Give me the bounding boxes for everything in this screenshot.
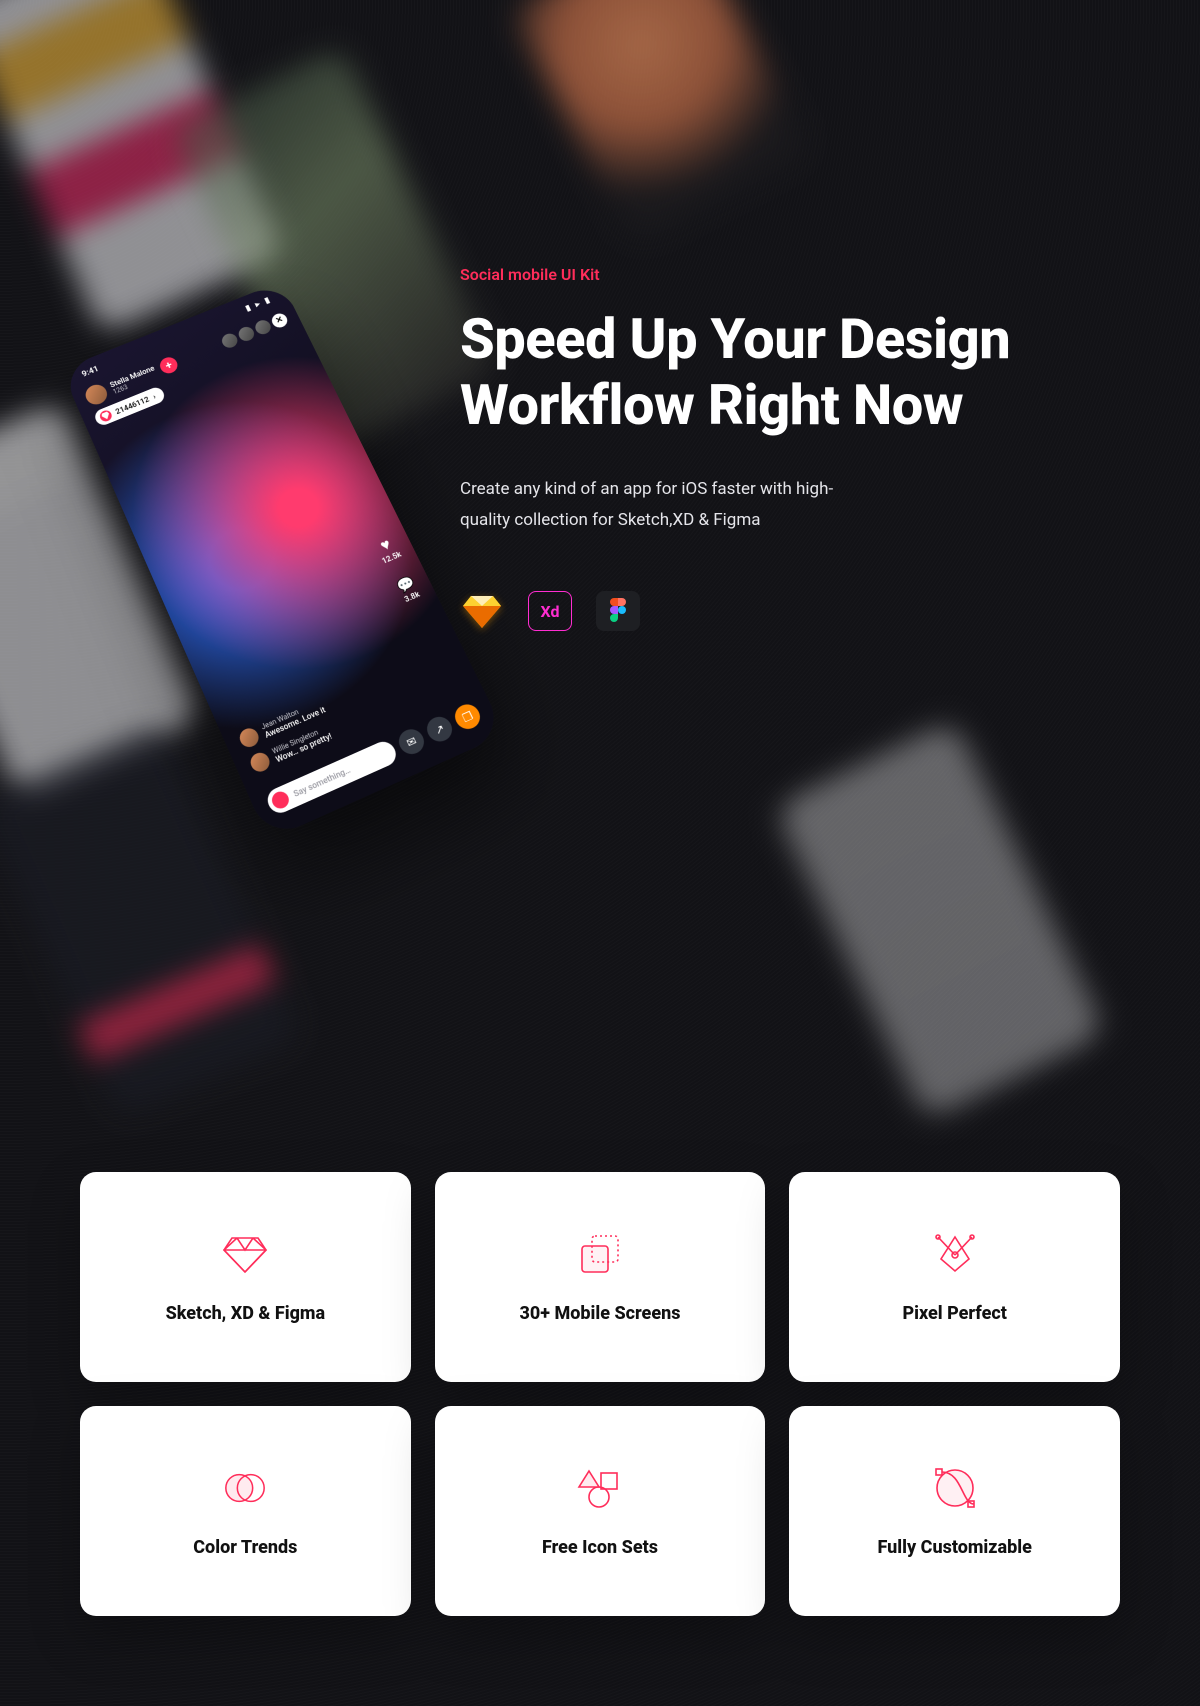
feature-label: Sketch, XD & Figma <box>166 1303 326 1324</box>
feature-card-sketch-xd-figma: Sketch, XD & Figma <box>80 1172 411 1382</box>
feature-label: Free Icon Sets <box>542 1537 658 1558</box>
feature-card-free-icon-sets: Free Icon Sets <box>435 1406 766 1616</box>
feature-label: Pixel Perfect <box>902 1303 1006 1324</box>
gem-icon <box>98 409 113 423</box>
feature-card-fully-customizable: Fully Customizable <box>789 1406 1120 1616</box>
feature-label: 30+ Mobile Screens <box>520 1303 681 1324</box>
color-circles-icon <box>222 1465 268 1511</box>
feature-grid: Sketch, XD & Figma 30+ Mobile Screens Pi… <box>80 1172 1120 1616</box>
feature-card-color-trends: Color Trends <box>80 1406 411 1616</box>
hero-description: Create any kind of an app for iOS faster… <box>460 474 880 535</box>
screens-icon <box>577 1231 623 1277</box>
bg-mockup-call <box>509 0 811 245</box>
adobe-xd-icon: Xd <box>528 591 572 631</box>
figma-icon <box>596 591 640 631</box>
pen-tool-icon <box>932 1231 978 1277</box>
hero-kicker: Social mobile UI Kit <box>460 265 1080 284</box>
feature-label: Fully Customizable <box>877 1537 1031 1558</box>
emoji-icon <box>269 789 291 811</box>
bezier-icon <box>932 1465 978 1511</box>
feature-card-mobile-screens: 30+ Mobile Screens <box>435 1172 766 1382</box>
feature-label: Color Trends <box>193 1537 297 1558</box>
feature-card-pixel-perfect: Pixel Perfect <box>789 1172 1120 1382</box>
hero-headline: Speed Up Your Design Workflow Right Now <box>460 306 1080 438</box>
tool-row: Xd <box>460 591 1080 631</box>
shapes-icon <box>577 1465 623 1511</box>
bg-mockup-list <box>774 719 1107 1121</box>
chevron-right-icon: › <box>151 392 157 400</box>
sketch-icon <box>460 591 504 631</box>
diamond-icon <box>222 1231 268 1277</box>
